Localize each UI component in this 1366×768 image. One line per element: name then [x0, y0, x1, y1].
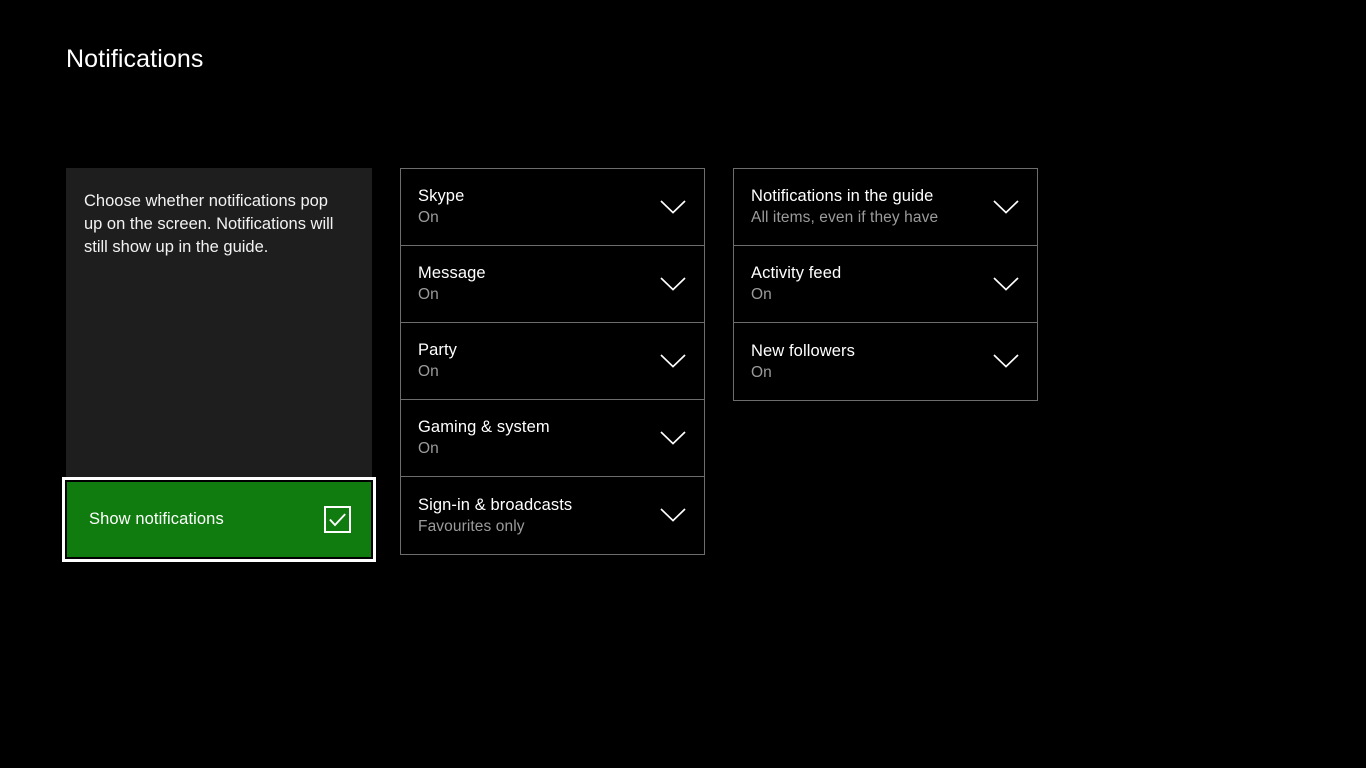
description-panel: Choose whether notifications pop up on t…: [66, 168, 372, 477]
setting-title: Party: [418, 341, 458, 359]
setting-value: On: [751, 286, 772, 303]
setting-row[interactable]: Activity feed On: [734, 246, 1037, 323]
show-notifications-focus-ring: Show notifications: [62, 477, 376, 562]
setting-text: Skype On: [418, 187, 464, 227]
setting-title: Sign-in & broadcasts: [418, 495, 573, 514]
chevron-down-icon[interactable]: [991, 269, 1021, 299]
setting-row[interactable]: Skype On: [401, 169, 704, 246]
setting-title: Activity feed: [751, 264, 842, 282]
left-column: Choose whether notifications pop up on t…: [62, 168, 376, 562]
chevron-down-icon[interactable]: [658, 192, 688, 222]
setting-value: All items, even if they have: [751, 209, 939, 226]
chevron-down-icon[interactable]: [658, 423, 688, 453]
setting-text: Sign-in & broadcasts Favourites only: [418, 496, 572, 536]
chevron-down-icon[interactable]: [658, 346, 688, 376]
setting-text: Notifications in the guide All items, ev…: [751, 187, 938, 227]
page-title: Notifications: [66, 45, 204, 73]
setting-text: Message On: [418, 264, 486, 304]
setting-value: On: [418, 440, 439, 457]
setting-title: New followers: [751, 341, 855, 360]
setting-value: On: [418, 286, 439, 303]
setting-title: Notifications in the guide: [751, 187, 934, 205]
setting-text: Activity feed On: [751, 264, 841, 304]
chevron-down-icon[interactable]: [658, 501, 688, 531]
settings-column-right: Notifications in the guide All items, ev…: [733, 168, 1038, 401]
setting-value: Favourites only: [418, 517, 525, 535]
chevron-down-icon[interactable]: [991, 347, 1021, 377]
show-notifications-label: Show notifications: [89, 510, 224, 528]
chevron-down-icon[interactable]: [658, 269, 688, 299]
setting-row[interactable]: Gaming & system On: [401, 400, 704, 477]
setting-text: New followers On: [751, 342, 855, 382]
setting-row[interactable]: Notifications in the guide All items, ev…: [734, 169, 1037, 246]
setting-value: On: [418, 209, 439, 226]
setting-text: Gaming & system On: [418, 418, 550, 458]
show-notifications-toggle-button[interactable]: Show notifications: [67, 482, 371, 557]
description-text: Choose whether notifications pop up on t…: [84, 192, 334, 256]
setting-value: On: [418, 363, 439, 380]
checkbox-checked-icon[interactable]: [324, 506, 351, 533]
setting-title: Gaming & system: [418, 418, 550, 436]
setting-row[interactable]: Sign-in & broadcasts Favourites only: [401, 477, 704, 554]
setting-value: On: [751, 363, 772, 381]
setting-text: Party On: [418, 341, 457, 381]
chevron-down-icon[interactable]: [991, 192, 1021, 222]
setting-title: Skype: [418, 187, 465, 205]
setting-row[interactable]: Message On: [401, 246, 704, 323]
setting-title: Message: [418, 264, 486, 282]
setting-row[interactable]: New followers On: [734, 323, 1037, 400]
notifications-settings-screen: Notifications Choose whether notificatio…: [0, 0, 1366, 768]
settings-column-middle: Skype On Message On Party On Gaming & sy…: [400, 168, 705, 555]
setting-row[interactable]: Party On: [401, 323, 704, 400]
